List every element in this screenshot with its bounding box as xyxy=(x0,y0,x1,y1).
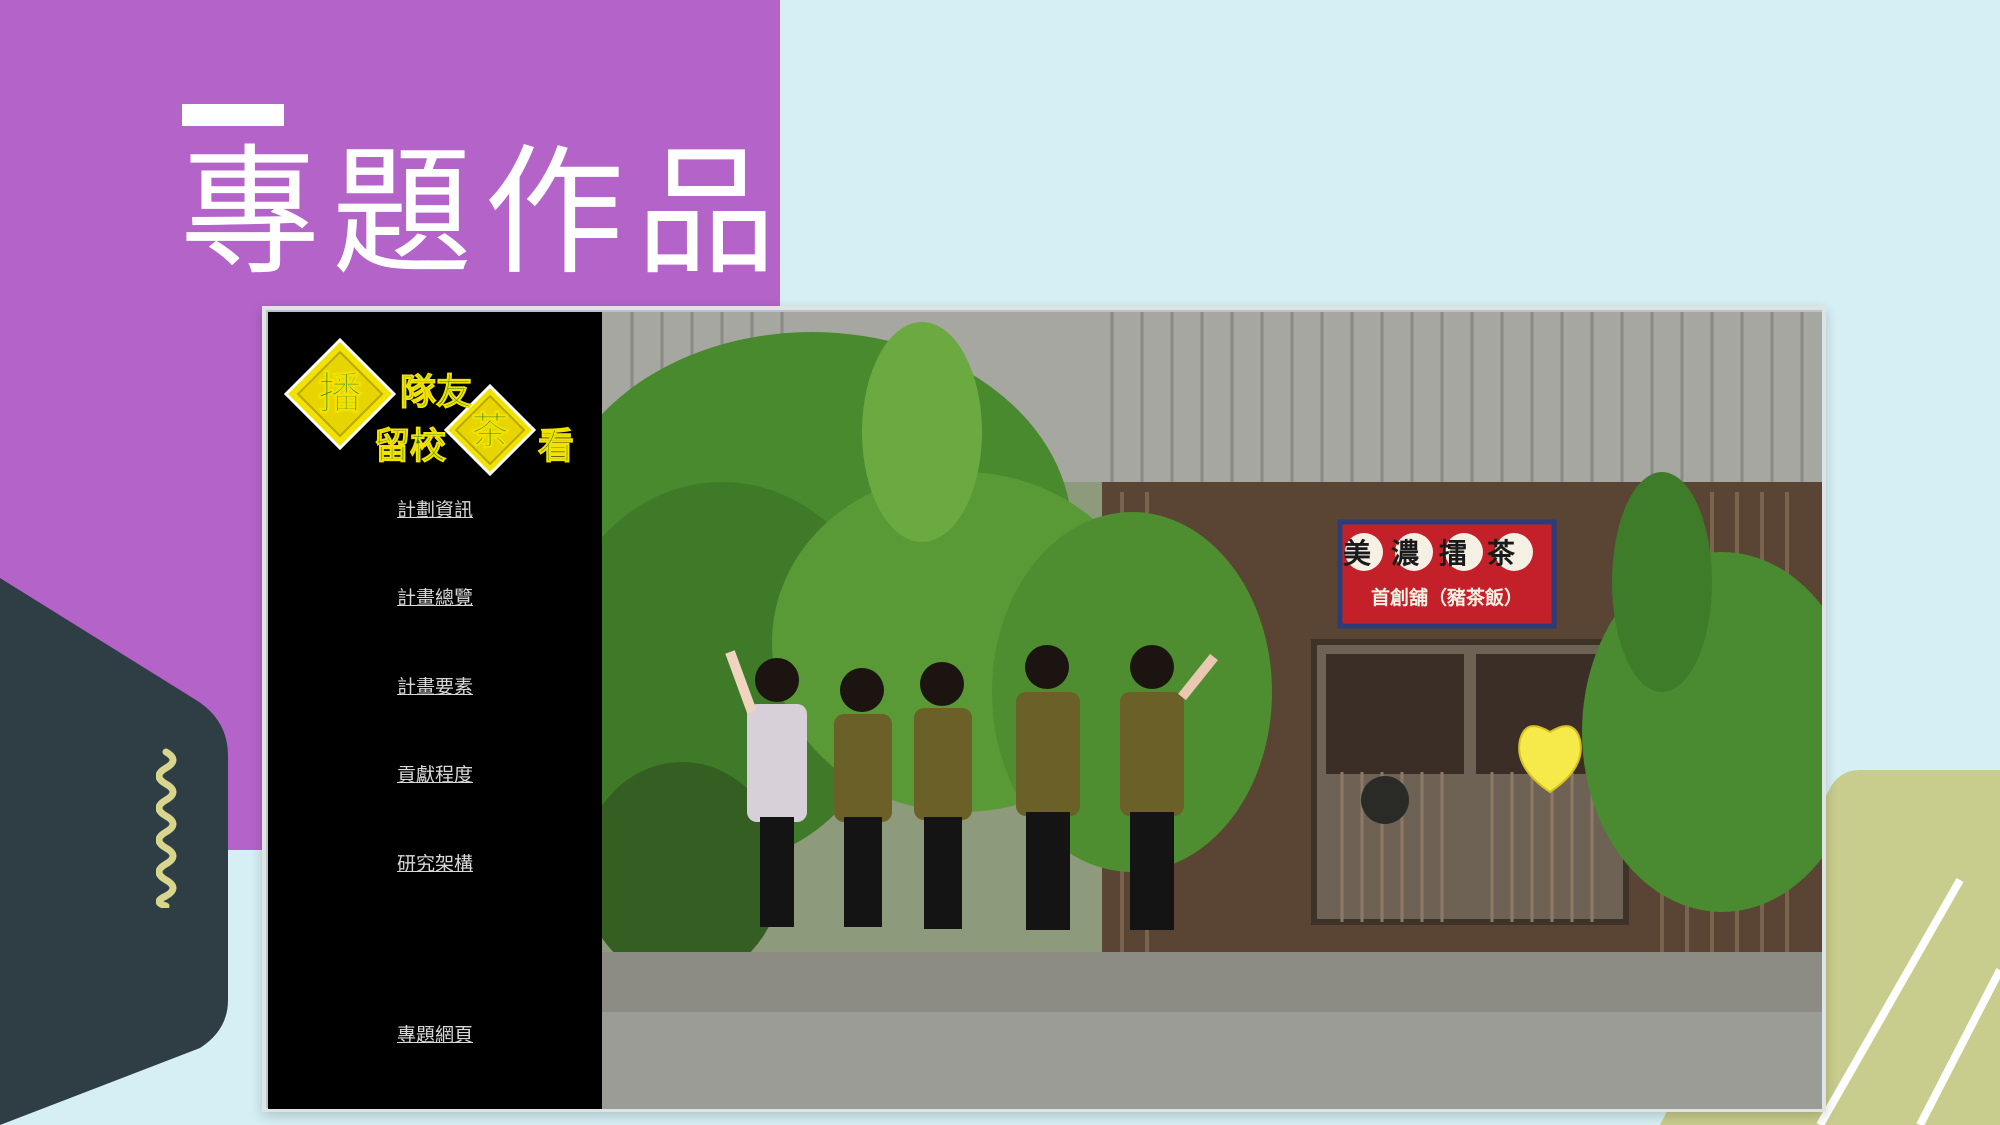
nav-link-project-webpage[interactable]: 專題網頁 xyxy=(268,1020,602,1047)
nav-link-research-framework[interactable]: 研究架構 xyxy=(268,849,602,876)
logo-char-5: 看 xyxy=(538,425,574,467)
nav-link-plan-elements[interactable]: 計畫要素 xyxy=(268,672,602,699)
website-sidebar: 播 隊友 留校 茶 看 計劃資訊 計畫總覽 計畫要素 貢獻程度 研究架構 專題網… xyxy=(268,312,602,1109)
logo-char-3: 留校 xyxy=(374,425,446,467)
slide-title: 專題作品 xyxy=(180,132,789,295)
shop-sign-main: 美濃擂茶 xyxy=(1343,537,1535,570)
shop-sign-sub: 首創舖（豬茶飯） xyxy=(1371,586,1523,609)
dark-hexagon-shape xyxy=(0,578,228,1125)
nav-link-project-info[interactable]: 計劃資訊 xyxy=(268,495,602,522)
tea-team-logo: 播 隊友 留校 茶 看 xyxy=(283,337,575,477)
squiggle-decoration xyxy=(156,748,177,908)
team-photo: 美濃擂茶 首創舖（豬茶飯） xyxy=(602,312,1822,1109)
logo-char-2: 隊友 xyxy=(400,371,472,413)
title-accent-bar xyxy=(182,104,284,126)
nav-link-plan-overview[interactable]: 計畫總覽 xyxy=(268,583,602,610)
logo-char-1: 播 xyxy=(318,368,363,419)
nav-link-contribution[interactable]: 貢獻程度 xyxy=(268,760,602,787)
logo-char-4: 茶 xyxy=(471,408,510,453)
